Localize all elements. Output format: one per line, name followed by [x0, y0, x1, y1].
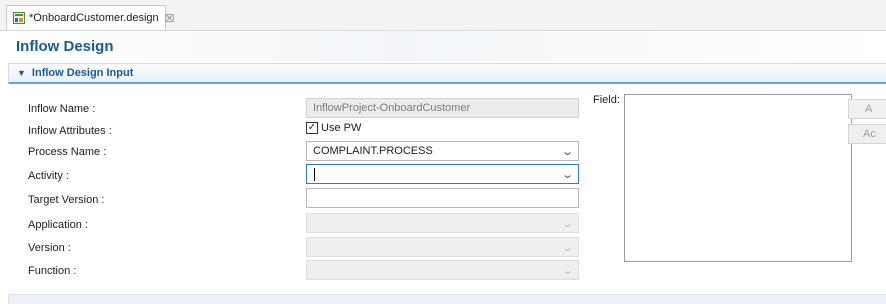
- chevron-down-icon[interactable]: ⌄: [561, 264, 574, 277]
- side-button-ac[interactable]: Ac: [848, 124, 886, 144]
- editor-icon: [13, 12, 25, 24]
- close-icon[interactable]: ☒: [165, 12, 175, 25]
- inflow-name-field[interactable]: InflowProject-OnboardCustomer: [306, 98, 579, 118]
- process-name-value: COMPLAINT.PROCESS: [313, 145, 433, 157]
- function-dropdown[interactable]: ⌄: [306, 260, 579, 280]
- chevron-down-icon[interactable]: ⌄: [561, 217, 574, 230]
- editor-tab-label: *OnboardCustomer.design: [29, 12, 159, 24]
- field-list[interactable]: [624, 94, 852, 262]
- text-cursor: [314, 168, 315, 181]
- chevron-down-icon[interactable]: ⌄: [561, 145, 574, 158]
- inflow-attributes-label: Inflow Attributes :: [28, 125, 112, 137]
- application-dropdown[interactable]: ⌄: [306, 213, 579, 233]
- use-pw-checkbox[interactable]: ✓: [306, 122, 318, 134]
- field-list-label: Field:: [593, 94, 620, 106]
- collapse-triangle-icon[interactable]: ▼: [17, 68, 26, 78]
- use-pw-option[interactable]: ✓ Use PW: [306, 122, 361, 134]
- version-dropdown[interactable]: ⌄: [306, 237, 579, 257]
- use-pw-label: Use PW: [321, 122, 362, 134]
- process-name-label: Process Name :: [28, 146, 107, 158]
- application-label: Application :: [28, 219, 88, 231]
- chevron-down-icon[interactable]: ⌄: [561, 241, 574, 254]
- activity-dropdown[interactable]: ⌄: [306, 164, 579, 184]
- process-name-dropdown[interactable]: COMPLAINT.PROCESS ⌄: [306, 141, 579, 161]
- target-version-field[interactable]: [306, 188, 579, 208]
- next-section-bar: [8, 294, 886, 304]
- section-title: Inflow Design Input: [31, 67, 134, 79]
- function-label: Function :: [28, 265, 77, 277]
- page-title: Inflow Design: [16, 38, 114, 55]
- editor-tab-bar: *OnboardCustomer.design ☒: [0, 0, 886, 31]
- editor-tab[interactable]: *OnboardCustomer.design ☒: [6, 5, 175, 30]
- side-button-a[interactable]: A: [848, 99, 886, 119]
- chevron-down-icon[interactable]: ⌄: [561, 168, 574, 181]
- target-version-label: Target Version :: [28, 194, 105, 206]
- inflow-name-label: Inflow Name :: [28, 103, 96, 115]
- form-header: Inflow Design: [0, 31, 886, 61]
- activity-label: Activity :: [28, 170, 69, 182]
- section-header[interactable]: ▼ Inflow Design Input: [8, 63, 886, 84]
- version-label: Version :: [28, 242, 71, 254]
